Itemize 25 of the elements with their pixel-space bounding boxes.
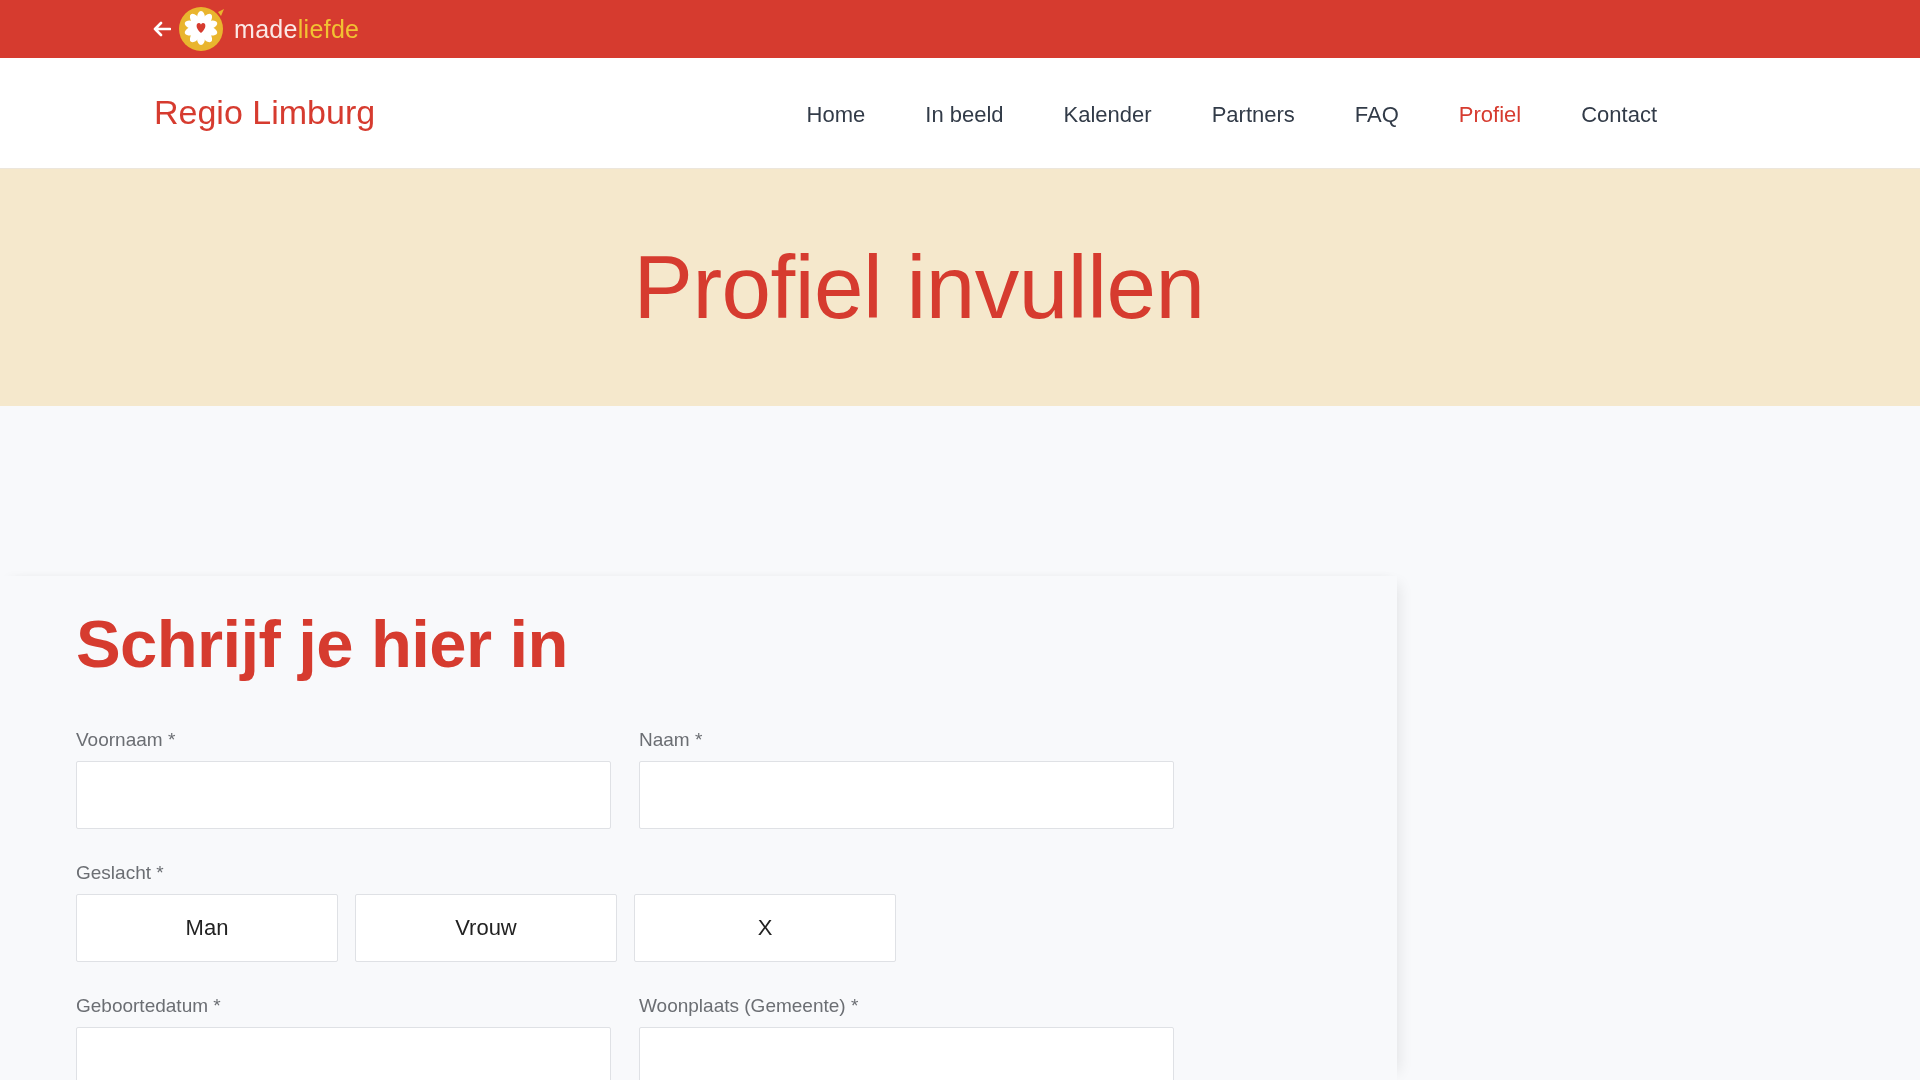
brand-name: madeliefde <box>234 14 360 44</box>
field-label: Voornaam * <box>76 728 176 753</box>
page-title: Profiel invullen <box>633 236 1205 339</box>
option-button[interactable]: Vrouw <box>355 894 617 963</box>
option-button[interactable]: Man <box>76 894 338 963</box>
field-label: Naam * <box>639 728 703 753</box>
back-arrow-icon[interactable] <box>153 21 171 37</box>
option-button[interactable]: X <box>634 894 896 963</box>
nav-link[interactable]: Contact <box>1581 101 1657 128</box>
form-heading: Schrijf je hier in <box>76 605 568 683</box>
nav-link[interactable]: Profiel <box>1458 101 1522 128</box>
field-label: Geslacht * <box>76 861 164 886</box>
nav-link[interactable]: Partners <box>1211 101 1295 128</box>
site-title: Regio Limburg <box>154 92 376 132</box>
text-input-field[interactable] <box>76 1027 611 1080</box>
field-label: Woonplaats (Gemeente) * <box>639 994 859 1019</box>
nav-link[interactable]: In beeld <box>925 101 1004 128</box>
daisy-logo-icon <box>178 6 225 52</box>
nav-link[interactable]: Kalender <box>1063 101 1152 128</box>
text-input-field[interactable] <box>639 761 1174 830</box>
field-label: Geboortedatum * <box>76 994 221 1019</box>
text-input-field[interactable] <box>76 761 611 830</box>
nav-link[interactable]: Home <box>806 101 866 128</box>
text-input-field[interactable] <box>639 1027 1174 1080</box>
nav-link[interactable]: FAQ <box>1354 101 1399 128</box>
